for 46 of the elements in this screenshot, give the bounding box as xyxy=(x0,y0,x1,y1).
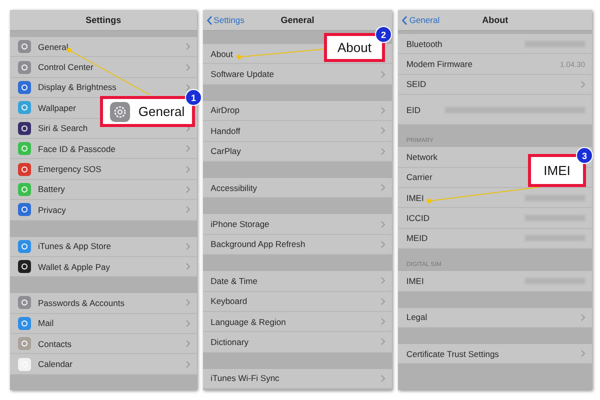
row-label: iTunes & App Store xyxy=(38,241,111,252)
row-label: Keyboard xyxy=(210,296,248,306)
screen-title: General xyxy=(280,15,314,25)
row-label: Date & Time xyxy=(210,276,258,286)
row-label: Face ID & Passcode xyxy=(38,144,116,154)
row-label: MEID xyxy=(406,233,428,244)
row-label: Carrier xyxy=(406,172,432,182)
screen-title: About xyxy=(482,15,508,25)
row-label: Background App Refresh xyxy=(210,239,306,250)
row-label: Control Center xyxy=(38,62,94,72)
row-label: Emergency SOS xyxy=(38,164,102,174)
row-label: Dictionary xyxy=(210,336,248,347)
row-label: Software Update xyxy=(210,69,274,80)
row-label: Handoff xyxy=(210,126,240,136)
callout-label: General xyxy=(138,104,185,119)
row-label: General xyxy=(38,42,68,52)
row-label: EID xyxy=(406,104,421,115)
row-label: Accessibility xyxy=(210,182,257,193)
row-label: Wallpaper xyxy=(38,102,76,113)
row-label: Language & Region xyxy=(210,316,286,327)
row-label: iTunes Wi-Fi Sync xyxy=(210,373,280,384)
row-label: Calendar xyxy=(38,359,72,370)
row-label: IMEI xyxy=(406,192,424,203)
step-number: 3 xyxy=(576,147,593,164)
row-label: Legal xyxy=(406,312,428,322)
row-label: AirDrop xyxy=(210,105,240,116)
row-label: Bluetooth xyxy=(406,38,442,49)
row-label: Battery xyxy=(38,184,65,194)
row-label: Contacts xyxy=(38,338,72,349)
step-number: 1 xyxy=(185,89,202,106)
row-label: SEID xyxy=(406,79,426,90)
screen-title: Settings xyxy=(86,15,122,25)
row-label: iPhone Storage xyxy=(210,219,270,230)
row-label: ICCID xyxy=(406,213,430,224)
row-label: CarPlay xyxy=(210,146,241,156)
row-label: Modem Firmware xyxy=(406,59,472,70)
row-label: Display & Brightness xyxy=(38,82,116,92)
row-label: Wallet & Apple Pay xyxy=(38,262,110,272)
row-label: Passwords & Accounts xyxy=(38,298,124,308)
row-label: Mail xyxy=(38,318,54,328)
row-label: Privacy xyxy=(38,204,66,215)
row-label: Siri & Search xyxy=(38,123,88,134)
row-label: Certificate Trust Settings xyxy=(406,348,499,359)
row-label: About xyxy=(210,48,233,59)
row-label: IMEI xyxy=(406,276,424,286)
row-label: Network xyxy=(406,152,438,162)
